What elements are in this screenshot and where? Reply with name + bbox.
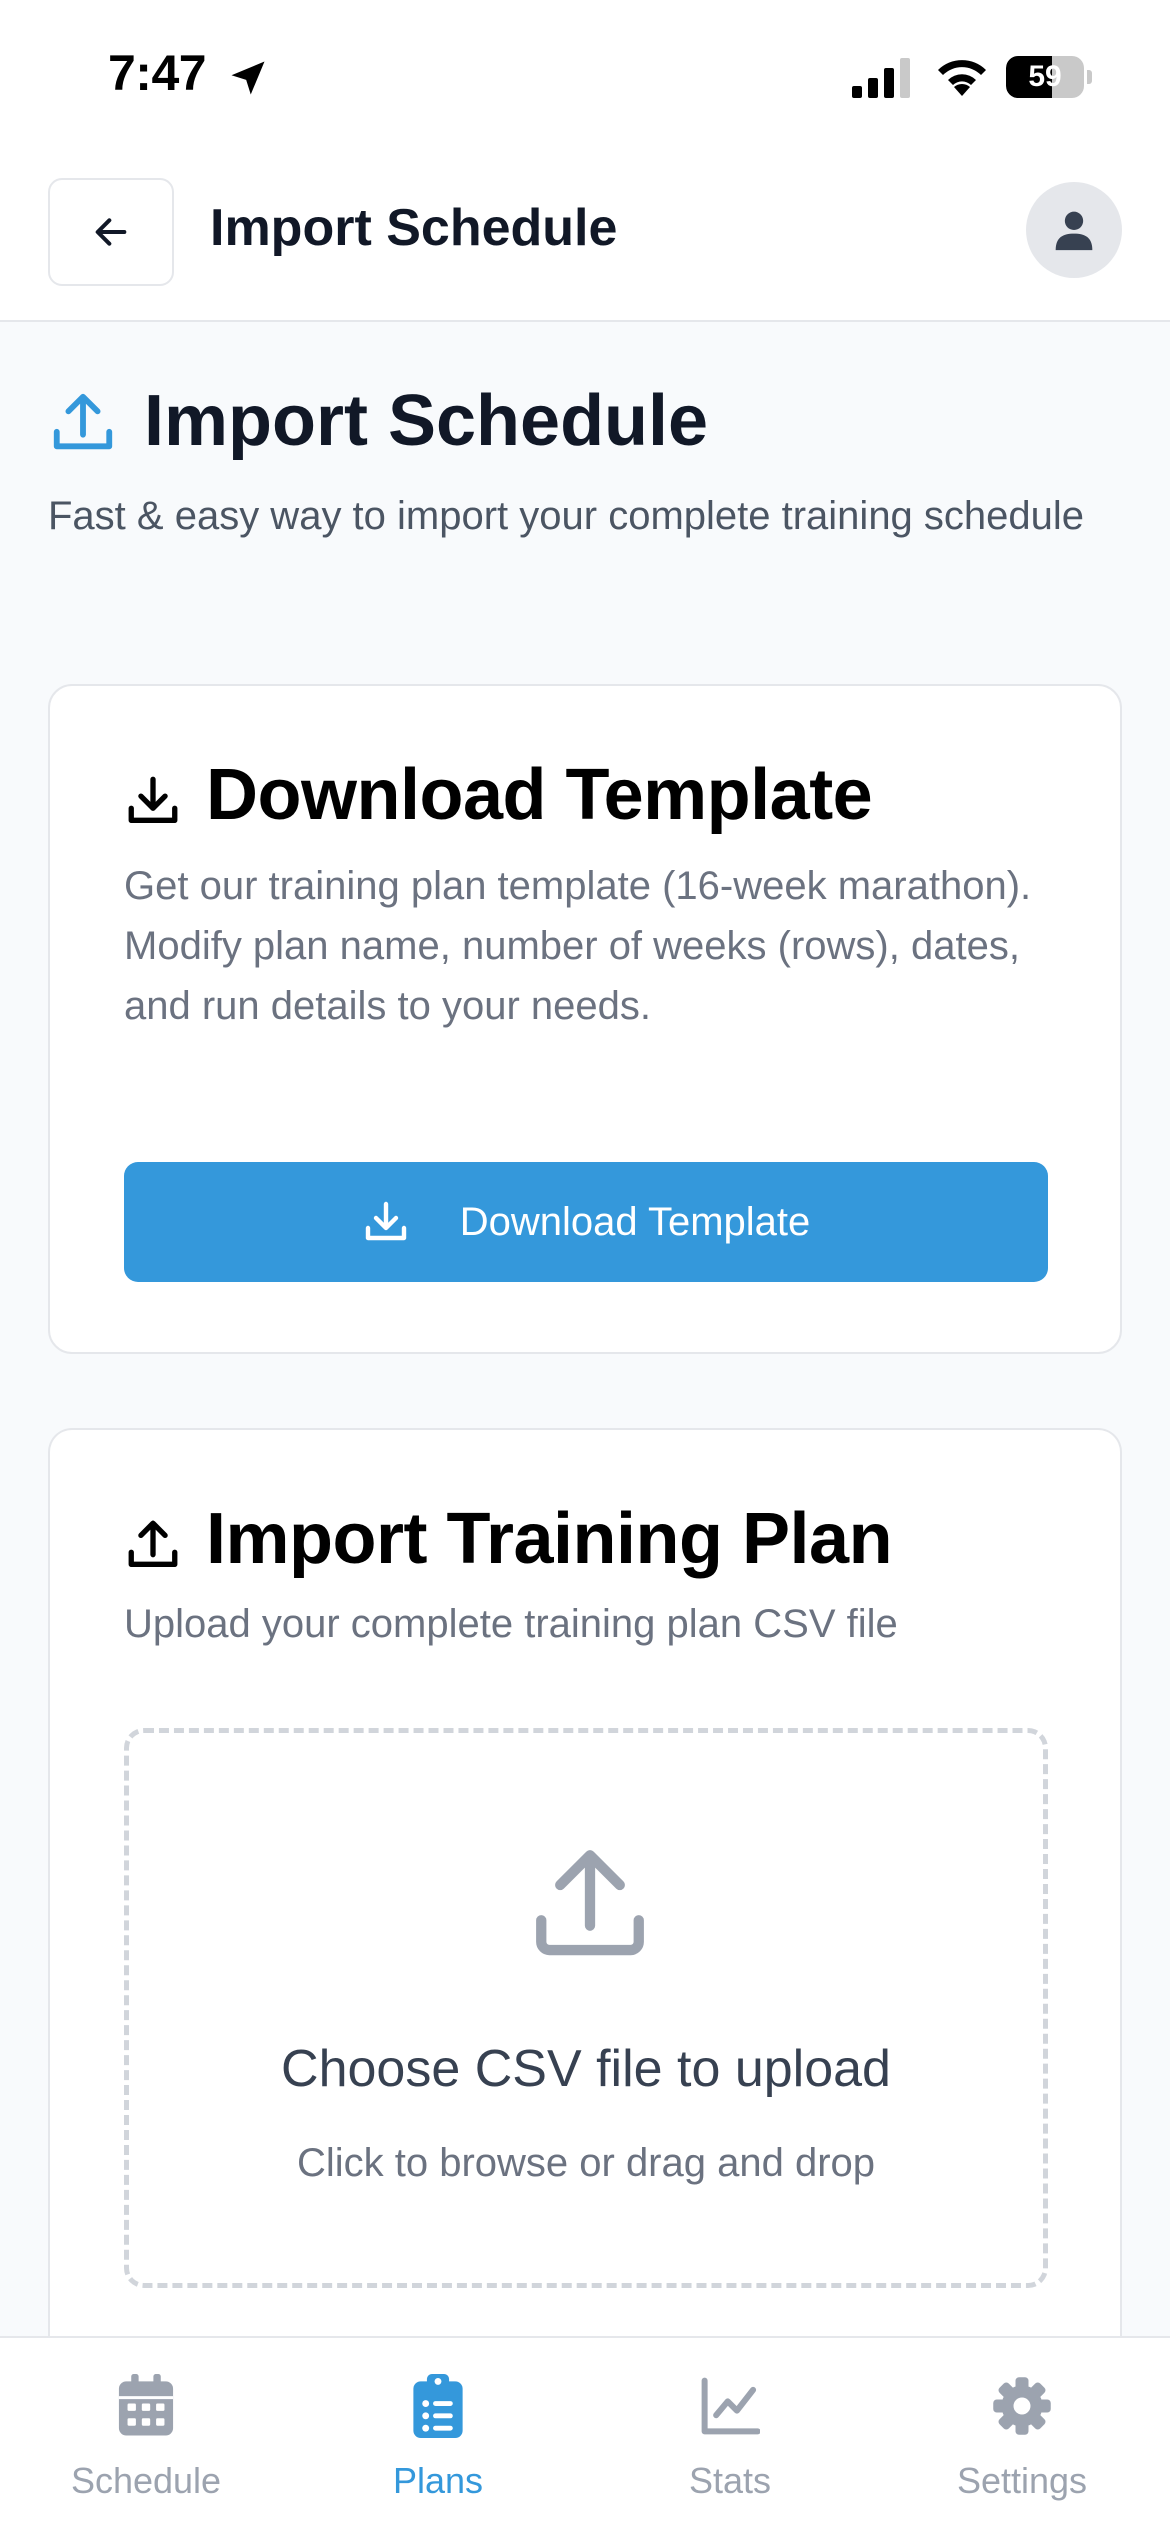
nav-label-settings: Settings (956, 2460, 1088, 2501)
page-title: Import Schedule (144, 381, 709, 461)
clipboard-list-icon (413, 2374, 463, 2438)
back-button[interactable] (48, 178, 174, 286)
status-time: 7:47 (108, 45, 207, 101)
arrow-left-icon (95, 218, 127, 246)
upload-icon (53, 393, 113, 450)
upload-icon (128, 1520, 178, 1567)
import-card-title: Import Training Plan (206, 1499, 893, 1579)
battery-percent: 59 (1028, 60, 1062, 93)
nav-item-stats[interactable]: Stats (584, 2338, 876, 2532)
dropzone-subtitle: Click to browse or drag and drop (296, 2141, 876, 2185)
user-icon (1055, 211, 1093, 251)
wifi-icon (938, 60, 986, 96)
nav-item-settings[interactable]: Settings (876, 2338, 1168, 2532)
download-button-label: Download Template (459, 1199, 811, 1244)
download-template-button[interactable]: Download Template (124, 1162, 1048, 1282)
download-card-description: Get our training plan template (16-week … (124, 864, 1032, 1028)
download-card-title: Download Template (206, 755, 873, 835)
nav-label-schedule: Schedule (70, 2460, 222, 2501)
nav-label-stats: Stats (688, 2460, 772, 2501)
battery-indicator: 59 (1006, 56, 1092, 98)
nav-label-plans: Plans (392, 2460, 484, 2501)
upload-icon (536, 1850, 644, 1956)
header-title: Import Schedule (210, 199, 618, 257)
chart-line-icon (701, 2377, 760, 2435)
nav-item-plans[interactable]: Plans (292, 2338, 584, 2532)
download-template-card: Download Template Get our training plan … (48, 684, 1122, 1354)
app-header: Import Schedule (0, 160, 1170, 322)
download-icon (365, 1201, 406, 1241)
dropzone-title: Choose CSV file to upload (281, 2040, 891, 2098)
bottom-nav: Schedule Plans Stats Settings (0, 2336, 1170, 2532)
status-bar: 7:47 59 (0, 0, 1170, 160)
location-arrow-icon (231, 61, 265, 95)
avatar[interactable] (1026, 182, 1122, 278)
download-icon (128, 776, 178, 823)
import-card-description: Upload your complete training plan CSV f… (124, 1602, 898, 1646)
nav-item-schedule[interactable]: Schedule (0, 2338, 292, 2532)
gear-icon (993, 2377, 1051, 2435)
calendar-icon (118, 2374, 174, 2436)
cellular-signal-icon (852, 58, 910, 98)
csv-dropzone[interactable]: Choose CSV file to upload Click to brows… (124, 1728, 1048, 2288)
page-subtitle: Fast & easy way to import your complete … (48, 494, 1085, 538)
